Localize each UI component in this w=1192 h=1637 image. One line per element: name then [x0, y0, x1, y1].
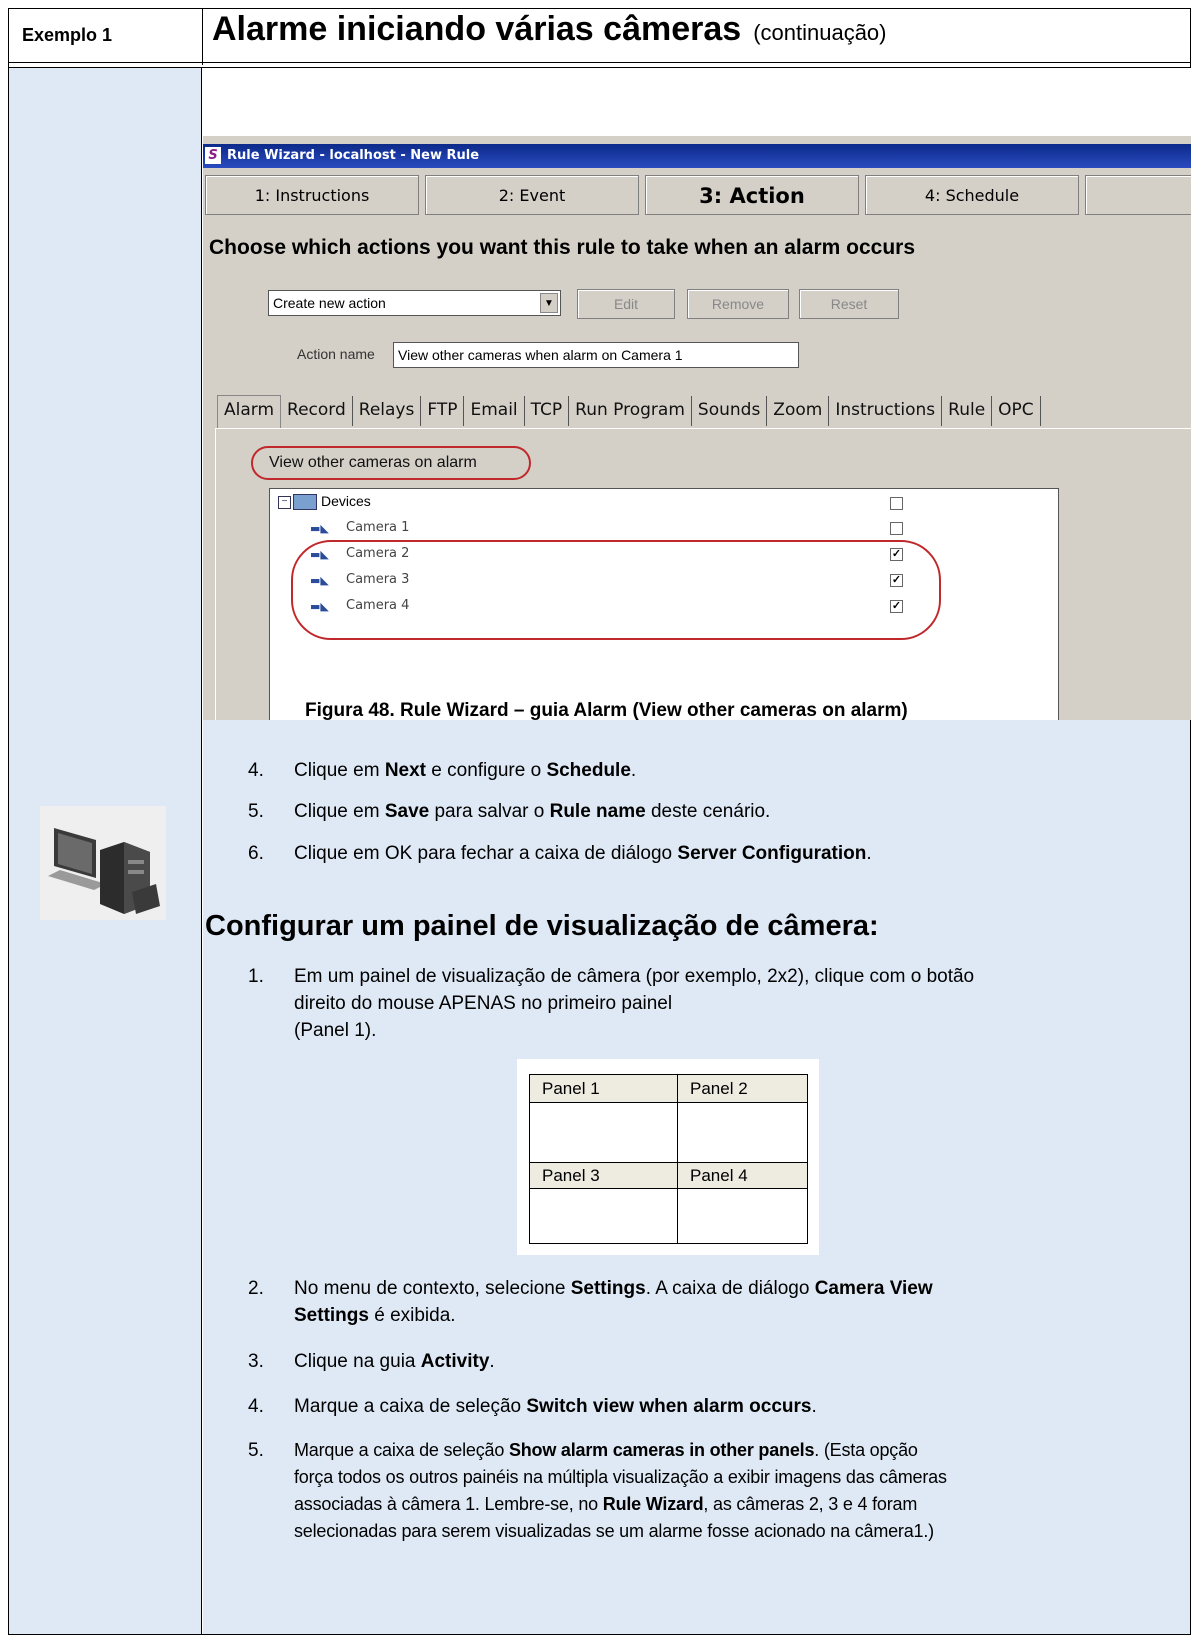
panel-3-header[interactable]: Panel 3 — [530, 1163, 678, 1189]
step-number: 5. — [248, 801, 264, 822]
action-select[interactable]: Create new action ▼ — [268, 290, 561, 316]
view-other-cameras-option[interactable]: View other cameras on alarm — [269, 454, 477, 472]
section-heading: Configurar um painel de visualização de … — [205, 910, 879, 942]
figure-caption: Figura 48. Rule Wizard – guia Alarm (Vie… — [305, 700, 908, 721]
step-text: Clique em Next e configure o Schedule. — [294, 760, 637, 781]
step-number: 3. — [248, 1351, 264, 1372]
action-tab-instructions[interactable]: Instructions — [829, 396, 943, 426]
step-number: 2. — [248, 1278, 264, 1299]
panel-layout-figure: Panel 1 Panel 2 Panel 3 Panel 4 — [517, 1059, 819, 1255]
edit-button[interactable]: Edit — [577, 289, 675, 319]
step-number: 4. — [248, 760, 264, 781]
action-tab-run-program[interactable]: Run Program — [569, 396, 692, 426]
tree-row-camera-1[interactable]: ▬◣ Camera 1 — [310, 520, 409, 542]
action-tab-email[interactable]: Email — [464, 396, 525, 426]
wizard-tab-instructions[interactable]: 1: Instructions — [205, 175, 419, 215]
action-tab-opc[interactable]: OPC — [992, 396, 1041, 426]
reset-button[interactable]: Reset — [799, 289, 899, 319]
action-name-input[interactable]: View other cameras when alarm on Camera … — [393, 342, 799, 368]
wizard-tab-more[interactable] — [1085, 175, 1191, 215]
step-text: Clique em Save para salvar o Rule name d… — [294, 801, 771, 822]
computer-icon — [40, 806, 166, 920]
wizard-tab-schedule[interactable]: 4: Schedule — [865, 175, 1079, 215]
window-titlebar: S Rule Wizard - localhost - New Rule — [203, 144, 1191, 168]
camera-1-checkbox[interactable] — [890, 522, 903, 535]
panel-3-body[interactable] — [530, 1189, 678, 1243]
camera-1-label: Camera 1 — [346, 520, 410, 535]
camera-icon: ▬◣ — [310, 521, 329, 535]
option-highlight: View other cameras on alarm — [251, 446, 531, 480]
step-number: 4. — [248, 1396, 264, 1417]
panel-4-header[interactable]: Panel 4 — [678, 1163, 807, 1189]
cameras-highlight — [291, 540, 941, 640]
network-devices-icon — [293, 494, 317, 511]
tree-root-label: Devices — [321, 493, 371, 509]
panel-1-body[interactable] — [530, 1103, 678, 1163]
title-main: Alarme iniciando várias câmeras — [212, 10, 742, 48]
devices-checkbox[interactable] — [890, 497, 903, 510]
page-title: Alarme iniciando várias câmeras (continua… — [212, 10, 887, 49]
action-tab-relays[interactable]: Relays — [353, 396, 422, 426]
panel-2-body[interactable] — [678, 1103, 807, 1163]
remove-button[interactable]: Remove — [687, 289, 789, 319]
window-title: Rule Wizard - localhost - New Rule — [227, 148, 480, 163]
panel-2-header[interactable]: Panel 2 — [678, 1075, 807, 1103]
wizard-tab-event[interactable]: 2: Event — [425, 175, 639, 215]
step-number: 1. — [248, 966, 264, 987]
step-text: Em um painel de visualização de câmera (… — [294, 966, 975, 1041]
step-text: Clique em OK para fechar a caixa de diál… — [294, 843, 872, 864]
action-tab-row: Alarm Record Relays FTP Email TCP Run Program S… — [217, 395, 1041, 429]
step-text: No menu de contexto, selecione Settings.… — [294, 1278, 933, 1326]
panel-4-body[interactable] — [678, 1189, 807, 1243]
action-tab-ftp[interactable]: FTP — [421, 396, 465, 426]
action-tab-rule[interactable]: Rule — [942, 396, 993, 426]
action-tab-sounds[interactable]: Sounds — [692, 396, 768, 426]
action-name-label: Action name — [297, 346, 375, 362]
header-rule-1 — [8, 62, 1191, 63]
tree-root-row[interactable]: − Devices — [278, 493, 371, 515]
dropdown-arrow-icon[interactable]: ▼ — [540, 293, 558, 313]
step-text: Marque a caixa de seleção Switch view wh… — [294, 1396, 817, 1417]
wizard-tab-action[interactable]: 3: Action — [645, 175, 859, 215]
example-cell: Exemplo 1 — [8, 8, 203, 65]
title-continuation: (continuação) — [753, 20, 887, 45]
example-label: Exemplo 1 — [22, 25, 113, 45]
panel-1-header[interactable]: Panel 1 — [530, 1075, 678, 1103]
rule-wizard-screenshot: S Rule Wizard - localhost - New Rule 1: … — [203, 68, 1191, 720]
action-tab-tcp[interactable]: TCP — [525, 396, 570, 426]
action-heading: Choose which actions you want this rule … — [209, 236, 915, 259]
action-select-value: Create new action — [273, 295, 386, 311]
screenshot-top-strip — [203, 68, 1191, 136]
step-number: 6. — [248, 843, 264, 864]
panel-grid: Panel 1 Panel 2 Panel 3 Panel 4 — [529, 1074, 808, 1244]
collapse-icon[interactable]: − — [278, 495, 291, 509]
step-number: 5. — [248, 1440, 264, 1461]
step-text: Marque a caixa de seleção Show alarm cam… — [294, 1440, 947, 1541]
app-logo-icon: S — [205, 147, 221, 164]
action-tab-alarm[interactable]: Alarm — [217, 395, 282, 429]
action-tab-record[interactable]: Record — [281, 396, 353, 426]
step-text: Clique na guia Activity. — [294, 1351, 495, 1372]
action-tab-zoom[interactable]: Zoom — [767, 396, 830, 426]
